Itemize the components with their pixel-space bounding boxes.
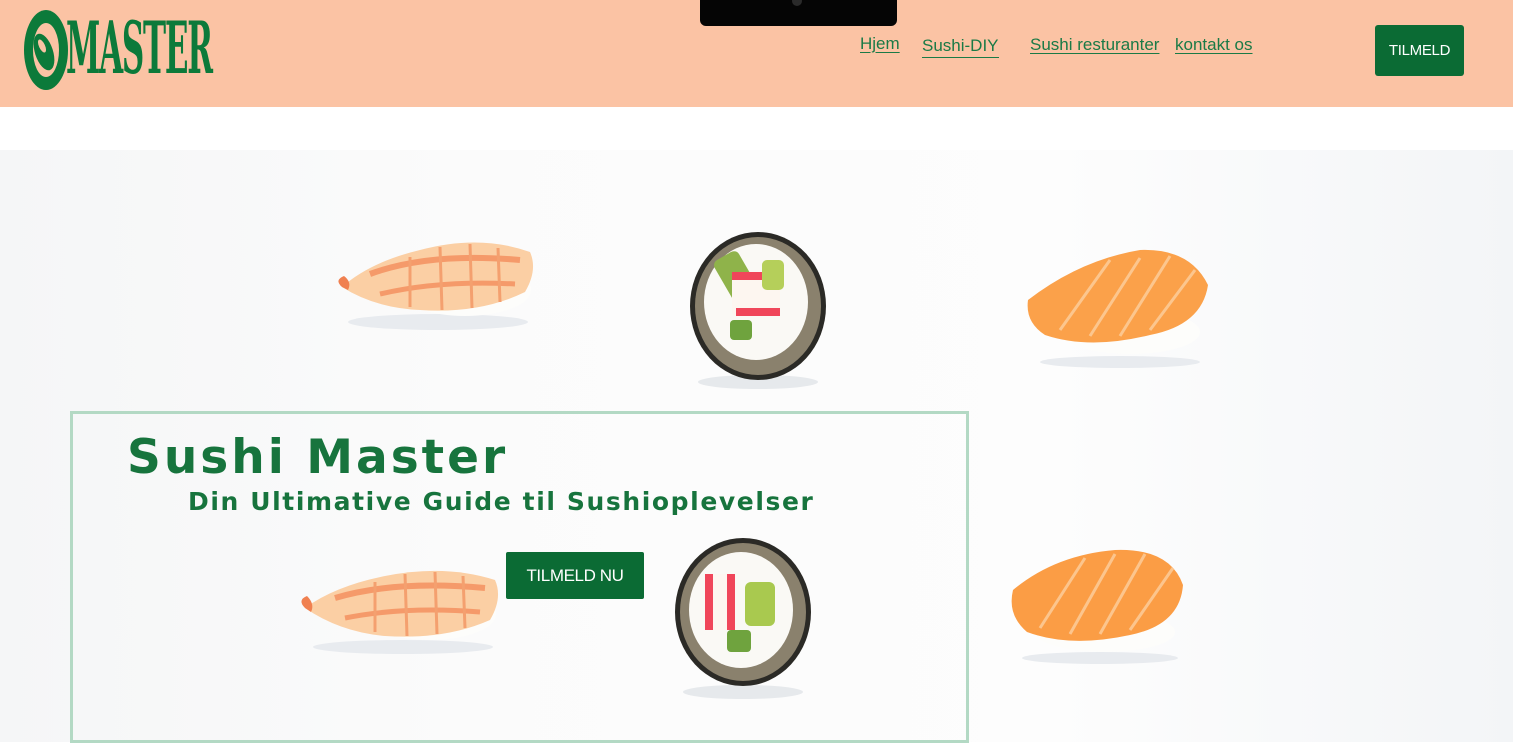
nav-link-sushi-diy[interactable]: Sushi-DIY <box>922 36 999 58</box>
camera-icon <box>792 0 802 6</box>
logo-wordmark: MASTER <box>66 4 213 91</box>
signup-button[interactable]: TILMELD <box>1375 25 1464 76</box>
site-header: MASTER Hjem Sushi-DIY Sushi resturanter … <box>0 0 1513 107</box>
nav-link-hjem[interactable]: Hjem <box>860 34 900 54</box>
nav-link-kontakt-os[interactable]: kontakt os <box>1175 35 1253 55</box>
sushi-master-logo[interactable]: MASTER <box>22 8 213 92</box>
hero-title: Sushi Master <box>127 430 509 485</box>
signup-now-button[interactable]: TILMELD NU <box>506 552 644 599</box>
ebi-nigiri-image <box>338 242 534 330</box>
nav-link-sushi-resturanter[interactable]: Sushi resturanter <box>1030 35 1159 55</box>
camera-notch <box>700 0 897 26</box>
salmon-nigiri-image <box>1027 249 1208 368</box>
hero-subtitle: Din Ultimative Guide til Sushioplevelser <box>188 487 815 516</box>
salmon-nigiri-image-2 <box>1011 549 1183 664</box>
california-roll-image <box>690 232 826 389</box>
